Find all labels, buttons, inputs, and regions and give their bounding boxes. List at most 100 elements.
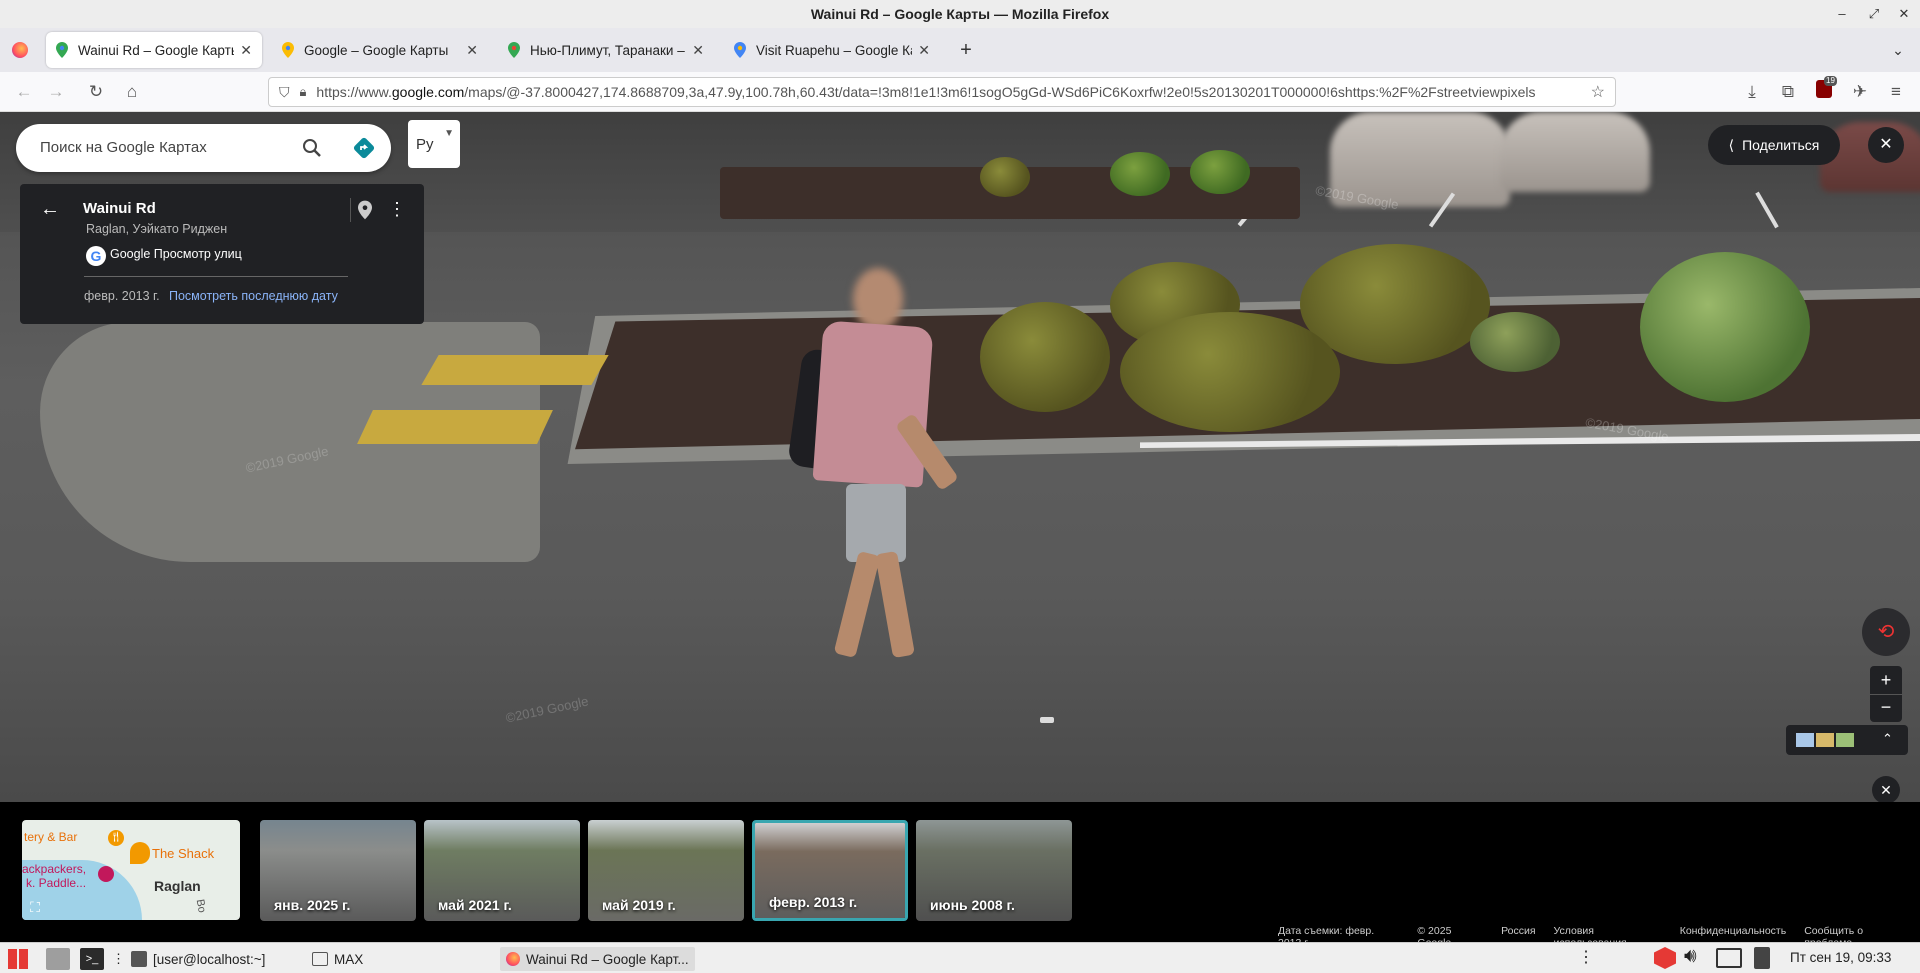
close-tab-icon[interactable]: ✕ [918, 42, 930, 59]
start-menu-icon[interactable] [8, 949, 28, 969]
footer-credits: Дата съемки: февр. 2013 г. © 2025 Google… [1278, 925, 1920, 949]
volume-icon[interactable]: 🔊︎ [1684, 945, 1697, 968]
reload-button[interactable]: ↻ [84, 80, 108, 104]
copyright-credit: © 2025 Google [1417, 925, 1452, 949]
compass-icon[interactable]: ⟲ [1862, 608, 1910, 656]
thumb-date: май 2021 г. [438, 897, 512, 913]
thumbnail-icon [1796, 733, 1814, 747]
tab-new-plymouth[interactable]: Нью-Плимут, Таранаки – G ✕ [498, 32, 714, 68]
language-selector[interactable]: Ру ▼ [408, 120, 460, 168]
forward-button[interactable]: → [44, 80, 68, 104]
mini-map[interactable]: tery & Bar 🍴︎ The Shack ackpackers, k. P… [22, 820, 240, 920]
close-tab-icon[interactable]: ✕ [692, 42, 704, 59]
close-window-button[interactable]: ✕ [1894, 4, 1914, 24]
tab-label: Visit Ruapehu – Google Ка [756, 42, 913, 58]
privacy-link[interactable]: Конфиденциальность [1680, 925, 1787, 941]
street-view-source: Google Просмотр улиц [110, 247, 242, 261]
back-arrow-icon[interactable]: ← [40, 198, 60, 221]
directions-icon[interactable] [352, 136, 376, 160]
more-options-icon[interactable]: ⋮ [388, 200, 406, 218]
layers-toggle[interactable]: ⌃ [1786, 725, 1908, 755]
thumbnail-icon [1816, 733, 1834, 747]
search-box[interactable]: Поиск на Google Картах [16, 124, 391, 172]
latest-date-link[interactable]: Посмотреть последнюю дату [169, 289, 338, 303]
menu-hamburger-icon[interactable]: ≡ [1884, 80, 1908, 104]
url-bar[interactable]: ⛉ 🔒︎ https://www.google.com/maps/@-37.80… [268, 77, 1616, 107]
close-timeline-button[interactable]: ✕ [1872, 776, 1900, 804]
window-titlebar: Wainui Rd – Google Карты — Mozilla Firef… [0, 0, 1920, 28]
close-tab-icon[interactable]: ✕ [240, 42, 252, 59]
map-label: k. Paddle... [26, 876, 87, 890]
map-label: tery & Bar [24, 830, 78, 844]
zoom-out-button[interactable]: − [1870, 694, 1902, 722]
url-text[interactable]: https://www.google.com/maps/@-37.8000427… [316, 84, 1580, 100]
tab-google[interactable]: Google – Google Карты ✕ [272, 32, 488, 68]
back-button[interactable]: ← [12, 80, 36, 104]
extension-icon[interactable]: ✈ [1848, 80, 1872, 104]
ublock-icon[interactable]: 19 [1812, 76, 1837, 104]
taskbar-item-max[interactable]: MAX [312, 947, 363, 971]
tab-wainui[interactable]: Wainui Rd – Google Карты ✕ [46, 32, 262, 68]
taskbar-item-terminal[interactable]: ⋮ [user@localhost:~] [112, 947, 265, 971]
location-info-card: ← Wainui Rd Raglan, Уэйкато Риджен ⋮ G G… [20, 184, 424, 324]
bookmark-star-icon[interactable]: ☆ [1591, 82, 1605, 102]
tab-visit-ruapehu[interactable]: Visit Ruapehu – Google Ка ✕ [724, 32, 940, 68]
share-button[interactable]: ⟨ Поделиться [1708, 125, 1840, 165]
timeline-thumb-2021[interactable]: май 2021 г. [424, 820, 580, 921]
hotel-icon [98, 866, 114, 882]
window-icon [312, 952, 328, 966]
file-manager-icon[interactable] [46, 948, 70, 970]
window-title: Wainui Rd – Google Карты — Mozilla Firef… [810, 6, 1110, 22]
navigation-toolbar: ← → ↻ ⌂ ⛉ 🔒︎ https://www.google.com/maps… [0, 72, 1920, 112]
maximize-button[interactable]: ⤢ [1864, 4, 1884, 24]
timeline-thumb-2019[interactable]: май 2019 г. [588, 820, 744, 921]
search-input[interactable]: Поиск на Google Картах [40, 139, 207, 156]
tab-label: Нью-Плимут, Таранаки – G [530, 42, 687, 58]
new-tab-button[interactable]: + [954, 38, 978, 62]
country-link[interactable]: Россия [1501, 925, 1535, 941]
dropdown-caret-icon: ▼ [444, 128, 454, 139]
blurred-face [853, 268, 903, 330]
firefox-icon[interactable] [12, 42, 28, 58]
timeline-thumb-2013[interactable]: февр. 2013 г. [752, 820, 908, 921]
search-icon[interactable] [302, 138, 322, 158]
clock: Пт сен 19, 09:33 [1790, 950, 1892, 965]
network-icon[interactable] [1716, 948, 1742, 968]
selected-place-pin-icon [130, 842, 150, 864]
thumbnail-icon [1836, 733, 1854, 747]
lock-icon[interactable]: 🔒︎ [300, 84, 307, 100]
home-button[interactable]: ⌂ [120, 80, 144, 104]
tray-app-icon[interactable] [1654, 947, 1676, 969]
fullscreen-icon[interactable]: ⛶ [26, 898, 44, 916]
close-street-view-button[interactable]: ✕ [1868, 127, 1904, 163]
close-tab-icon[interactable]: ✕ [466, 42, 478, 59]
expand-up-icon[interactable]: ⌃ [1882, 731, 1893, 747]
tactile-paving [357, 410, 553, 444]
map-label: Raglan [154, 878, 201, 894]
timeline-thumb-2025[interactable]: янв. 2025 г. [260, 820, 416, 921]
extensions-icon[interactable]: ⧉ [1776, 80, 1800, 104]
tactile-paving [421, 355, 609, 385]
tab-strip: Wainui Rd – Google Карты ✕ Google – Goog… [0, 28, 1920, 72]
terminal-icon[interactable]: >_ [80, 948, 104, 970]
map-label: Bo [193, 898, 208, 914]
parked-car [1500, 112, 1650, 192]
os-taskbar: >_ ⋮ [user@localhost:~] MAX Wainui Rd – … [0, 942, 1920, 973]
navigation-arrow-icon[interactable] [1040, 717, 1054, 723]
language-value: Ру [416, 135, 434, 153]
tab-list-chevron-icon[interactable]: ⌄ [1886, 38, 1910, 62]
taskbar-item-firefox[interactable]: Wainui Rd – Google Карт... [500, 947, 695, 971]
share-icon: ⟨ [1728, 136, 1735, 153]
report-link[interactable]: Сообщить о проблеме [1804, 925, 1906, 949]
terms-link[interactable]: Условия использования [1554, 925, 1662, 949]
firefox-small-icon [506, 952, 520, 966]
shield-icon[interactable]: ⛉ [279, 84, 290, 101]
downloads-icon[interactable]: ⤓ [1740, 80, 1764, 104]
zoom-in-button[interactable]: + [1870, 666, 1902, 694]
minimize-button[interactable]: – [1832, 4, 1852, 24]
zoom-controls: + − [1870, 666, 1902, 722]
location-pin-icon[interactable] [358, 200, 372, 220]
timeline-thumb-2008[interactable]: июнь 2008 г. [916, 820, 1072, 921]
thumb-date: февр. 2013 г. [769, 894, 858, 910]
clipboard-icon[interactable] [1754, 947, 1770, 969]
